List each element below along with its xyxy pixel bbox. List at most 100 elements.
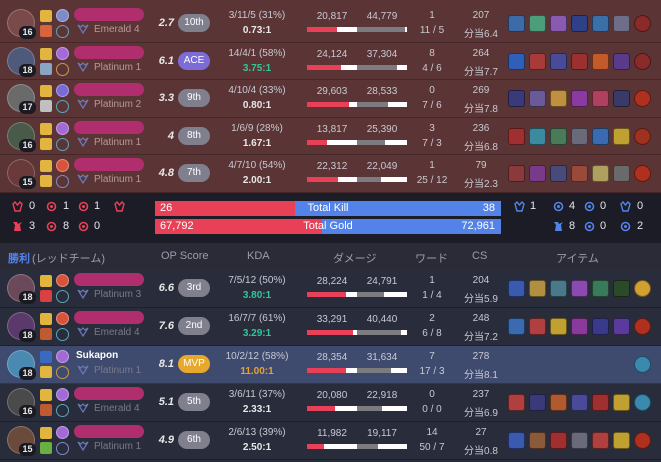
player-row[interactable]: 16 Platinum 1 4 8th 1/6/9 (28%) 1.67:1 13,817 2… — [0, 118, 661, 155]
summoner-spell-2-icon[interactable] — [40, 366, 52, 378]
item-icon[interactable] — [529, 165, 546, 182]
item-icon[interactable] — [508, 52, 525, 70]
summoner-spell-1-icon[interactable] — [40, 351, 52, 363]
item-icon[interactable] — [571, 165, 588, 182]
player-row[interactable]: 16 Emerald 4 5.1 5th 3/6/11 (37%) 2.33:1 20,08… — [0, 384, 661, 422]
summoner-name[interactable]: Sukapon — [76, 350, 118, 361]
trinket-item-icon[interactable] — [634, 165, 651, 182]
secondary-rune-icon[interactable] — [56, 137, 69, 151]
item-icon[interactable] — [613, 280, 630, 297]
summoner-spell-1-icon[interactable] — [40, 160, 52, 172]
item-icon[interactable] — [529, 52, 546, 70]
item-icon[interactable] — [508, 127, 525, 145]
item-icon[interactable] — [592, 15, 609, 32]
trinket-item-icon[interactable] — [634, 280, 651, 297]
summoner-spell-1-icon[interactable] — [40, 275, 52, 287]
item-icon[interactable] — [571, 280, 588, 297]
item-icon[interactable] — [571, 90, 588, 107]
item-icon[interactable] — [550, 318, 567, 335]
item-icon[interactable] — [529, 127, 546, 145]
item-icon[interactable] — [613, 394, 630, 411]
item-icon[interactable] — [529, 318, 546, 335]
primary-rune-icon[interactable] — [56, 84, 69, 97]
primary-rune-icon[interactable] — [56, 312, 69, 325]
trinket-item-icon[interactable] — [634, 90, 651, 107]
item-icon[interactable] — [613, 15, 630, 32]
trinket-item-icon[interactable] — [634, 127, 651, 145]
primary-rune-icon[interactable] — [56, 46, 69, 60]
primary-rune-icon[interactable] — [56, 9, 69, 22]
item-icon[interactable] — [571, 318, 588, 335]
item-icon[interactable] — [592, 318, 609, 335]
item-icon[interactable] — [508, 280, 525, 297]
trinket-item-icon[interactable] — [634, 52, 651, 70]
secondary-rune-icon[interactable] — [56, 328, 69, 341]
trinket-item-icon[interactable] — [634, 394, 651, 411]
player-row[interactable]: 18 Emerald 4 7.6 2nd 16/7/7 (61%) 3.29:1 33,29… — [0, 308, 661, 346]
secondary-rune-icon[interactable] — [56, 290, 69, 303]
item-icon[interactable] — [508, 15, 525, 32]
primary-rune-icon[interactable] — [56, 159, 69, 172]
primary-rune-icon[interactable] — [56, 388, 69, 401]
item-icon[interactable] — [508, 165, 525, 182]
trinket-item-icon[interactable] — [634, 15, 651, 32]
secondary-rune-icon[interactable] — [56, 366, 69, 379]
secondary-rune-icon[interactable] — [56, 100, 69, 113]
item-icon[interactable] — [613, 432, 630, 449]
item-icon[interactable] — [613, 318, 630, 335]
summoner-spell-1-icon[interactable] — [40, 427, 52, 439]
summoner-spell-1-icon[interactable] — [40, 122, 52, 135]
primary-rune-icon[interactable] — [56, 426, 69, 439]
secondary-rune-icon[interactable] — [56, 442, 69, 455]
player-row[interactable]: 18 Platinum 3 6.6 3rd 7/5/12 (50%) 3.80:1 28,2… — [0, 270, 661, 308]
item-icon[interactable] — [613, 127, 630, 145]
primary-rune-icon[interactable] — [56, 350, 69, 363]
secondary-rune-icon[interactable] — [56, 175, 69, 188]
trinket-item-icon[interactable] — [634, 356, 651, 373]
item-icon[interactable] — [571, 52, 588, 70]
player-row[interactable]: 15 Platinum 1 4.8 7th 4/7/10 (54%) 2.00:1 22,3… — [0, 155, 661, 193]
item-icon[interactable] — [550, 432, 567, 449]
summoner-spell-2-icon[interactable] — [40, 175, 52, 187]
item-icon[interactable] — [550, 280, 567, 297]
item-icon[interactable] — [592, 280, 609, 297]
summoner-spell-2-icon[interactable] — [40, 62, 52, 75]
trinket-item-icon[interactable] — [634, 318, 651, 335]
trinket-item-icon[interactable] — [634, 432, 651, 449]
item-icon[interactable] — [592, 165, 609, 182]
item-icon[interactable] — [550, 165, 567, 182]
item-icon[interactable] — [529, 280, 546, 297]
item-icon[interactable] — [571, 127, 588, 145]
item-icon[interactable] — [529, 15, 546, 32]
primary-rune-icon[interactable] — [56, 274, 69, 287]
player-row[interactable]: 18 Platinum 1 6.1 ACE 14/4/1 (58%) 3.75:1 24,1… — [0, 43, 661, 80]
summoner-spell-2-icon[interactable] — [40, 100, 52, 112]
primary-rune-icon[interactable] — [56, 121, 69, 135]
player-row[interactable]: 18 Sukapon Platinum 1 8.1 MVP 10/2/12 (58%) 11… — [0, 346, 661, 384]
secondary-rune-icon[interactable] — [56, 404, 69, 417]
secondary-rune-icon[interactable] — [56, 25, 69, 38]
summoner-spell-2-icon[interactable] — [40, 290, 52, 302]
item-icon[interactable] — [550, 52, 567, 70]
summoner-spell-2-icon[interactable] — [40, 404, 52, 416]
summoner-spell-1-icon[interactable] — [40, 389, 52, 401]
player-row[interactable]: 15 Platinum 1 4.9 6th 2/6/13 (39%) 2.50:1 11,9… — [0, 422, 661, 460]
item-icon[interactable] — [508, 90, 525, 107]
summoner-spell-1-icon[interactable] — [40, 85, 52, 97]
item-icon[interactable] — [529, 90, 546, 107]
item-icon[interactable] — [592, 90, 609, 107]
item-icon[interactable] — [550, 127, 567, 145]
item-icon[interactable] — [529, 432, 546, 449]
summoner-spell-2-icon[interactable] — [40, 137, 52, 150]
item-icon[interactable] — [550, 15, 567, 32]
item-icon[interactable] — [529, 394, 546, 411]
item-icon[interactable] — [571, 15, 588, 32]
player-row[interactable]: 17 Platinum 2 3.3 9th 4/10/4 (33%) 0.80:1 29,6… — [0, 80, 661, 118]
item-icon[interactable] — [571, 432, 588, 449]
summoner-spell-1-icon[interactable] — [40, 313, 52, 325]
secondary-rune-icon[interactable] — [56, 62, 69, 76]
item-icon[interactable] — [592, 127, 609, 145]
item-icon[interactable] — [550, 394, 567, 411]
summoner-spell-2-icon[interactable] — [40, 442, 52, 454]
item-icon[interactable] — [613, 90, 630, 107]
